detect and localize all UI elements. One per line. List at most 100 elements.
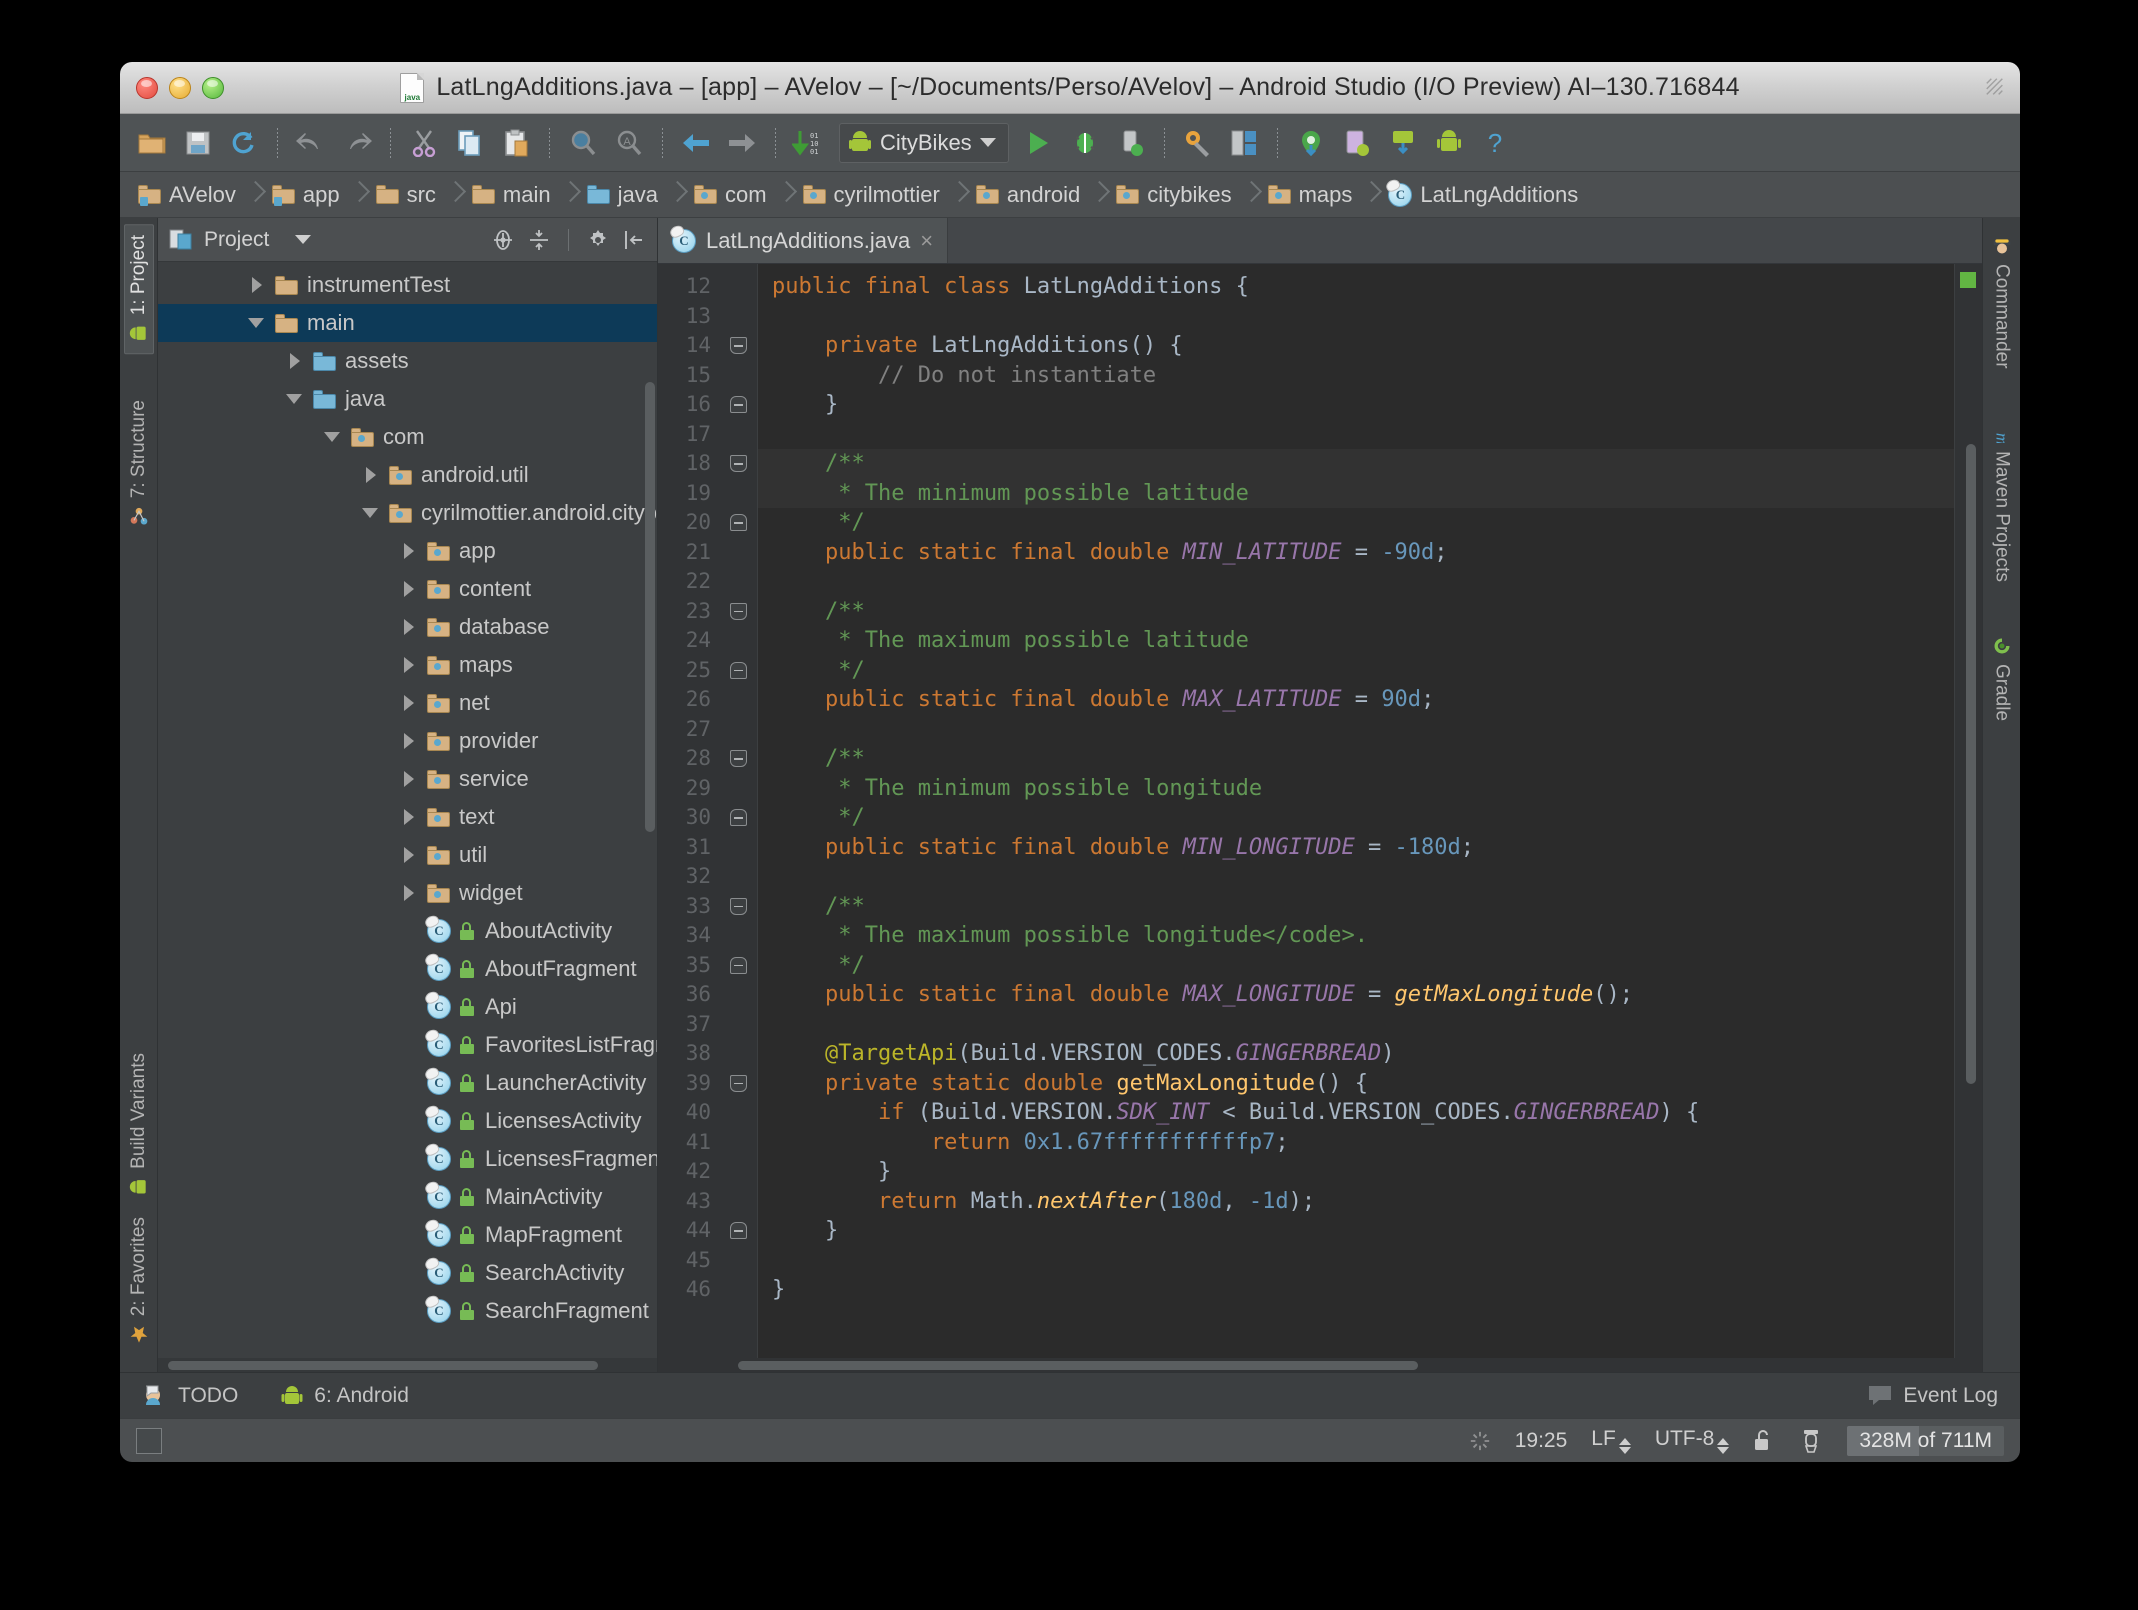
code-line[interactable]: * The minimum possible latitude (758, 478, 1954, 508)
tree-folder-item[interactable]: instrumentTest (158, 266, 657, 304)
left-tool-strip[interactable]: 1: Project 7: Structure Build Variants 2… (120, 218, 158, 1372)
tree-class-item[interactable]: C LauncherActivity (158, 1064, 657, 1102)
code-line[interactable]: private static double getMaxLongitude() … (758, 1069, 1954, 1099)
code-line[interactable]: // Do not instantiate (758, 361, 1954, 391)
avd-manager-icon[interactable] (1335, 121, 1379, 165)
collapse-all-icon[interactable] (526, 227, 552, 253)
chevron-right-icon[interactable] (400, 656, 418, 674)
sidebar-item-gradle[interactable]: Gradle (1988, 626, 2016, 731)
find-icon[interactable] (561, 121, 605, 165)
tree-folder-item[interactable]: net (158, 684, 657, 722)
code-line[interactable]: public static final double MAX_LATITUDE … (758, 685, 1954, 715)
fold-toggle-icon[interactable] (730, 750, 747, 767)
tree-folder-item[interactable]: maps (158, 646, 657, 684)
code-line[interactable]: /** (758, 597, 1954, 627)
fold-toggle-icon[interactable] (730, 337, 747, 354)
breadcrumb-item-com[interactable]: com (684, 172, 771, 217)
cut-icon[interactable] (402, 121, 446, 165)
tree-folder-item[interactable]: com (158, 418, 657, 456)
bottom-bar-right[interactable]: Event Log (1867, 1384, 2020, 1408)
code-line[interactable] (758, 302, 1954, 332)
bottom-tool-bar[interactable]: TODO 6: Android Event Log (120, 1372, 2020, 1418)
redo-icon[interactable] (335, 121, 379, 165)
code-line[interactable]: if (Build.VERSION.SDK_INT < Build.VERSIO… (758, 1098, 1954, 1128)
tree-class-item[interactable]: C SearchActivity (158, 1254, 657, 1292)
scroll-from-source-icon[interactable] (490, 227, 516, 253)
code-content[interactable]: public final class LatLngAdditions { pri… (758, 264, 1954, 1358)
code-line[interactable] (758, 1246, 1954, 1276)
tree-folder-item[interactable]: util (158, 836, 657, 874)
chevron-right-icon[interactable] (362, 466, 380, 484)
attach-debugger-icon[interactable] (1109, 121, 1153, 165)
right-tool-strip[interactable]: Commander m Maven Projects Gradle (1982, 218, 2020, 1372)
code-line[interactable]: } (758, 390, 1954, 420)
chevron-down-icon[interactable] (362, 504, 380, 522)
tree-class-item[interactable]: C LicensesActivity (158, 1102, 657, 1140)
code-folding-gutter[interactable] (720, 264, 758, 1358)
save-all-icon[interactable] (176, 121, 220, 165)
sidebar-item-structure[interactable]: 7: Structure (125, 390, 153, 536)
hide-panel-icon[interactable] (621, 227, 647, 253)
editor-vertical-scrollbar[interactable] (1966, 444, 1976, 1084)
bottom-item-todo[interactable]: TODO (142, 1383, 238, 1409)
breadcrumb-item-app[interactable]: app (262, 172, 344, 217)
line-separator-selector[interactable]: LF (1591, 1427, 1631, 1454)
chevron-right-icon[interactable] (400, 618, 418, 636)
code-line[interactable]: */ (758, 508, 1954, 538)
tree-class-item[interactable]: C SearchFragment (158, 1292, 657, 1330)
chevron-right-icon[interactable] (400, 732, 418, 750)
code-line[interactable]: /** (758, 744, 1954, 774)
fold-toggle-icon[interactable] (730, 602, 747, 620)
sdk-manager-icon[interactable] (1381, 121, 1425, 165)
code-line[interactable]: /** (758, 449, 1954, 479)
android-icon[interactable] (1427, 121, 1471, 165)
tree-folder-item[interactable]: service (158, 760, 657, 798)
tree-folder-item[interactable]: provider (158, 722, 657, 760)
chevron-right-icon[interactable] (286, 352, 304, 370)
tree-class-item[interactable]: C AboutFragment (158, 950, 657, 988)
fold-toggle-icon[interactable] (730, 396, 747, 413)
forward-icon[interactable] (720, 121, 764, 165)
sync-refresh-icon[interactable] (222, 121, 266, 165)
code-line[interactable]: public static final double MIN_LONGITUDE… (758, 833, 1954, 863)
fold-toggle-icon[interactable] (730, 897, 747, 915)
code-line[interactable]: * The maximum possible longitude</code>. (758, 921, 1954, 951)
chevron-right-icon[interactable] (400, 770, 418, 788)
chevron-down-icon[interactable] (979, 138, 996, 147)
tree-class-item[interactable]: C FavoritesListFragment (158, 1026, 657, 1064)
code-line[interactable]: * The maximum possible latitude (758, 626, 1954, 656)
breadcrumb-item-maps[interactable]: maps (1258, 172, 1357, 217)
code-line[interactable]: } (758, 1216, 1954, 1246)
code-line[interactable]: private LatLngAdditions() { (758, 331, 1954, 361)
sidebar-item-commander[interactable]: Commander (1988, 226, 2016, 379)
copy-icon[interactable] (448, 121, 492, 165)
breadcrumb-item-avelov[interactable]: AVelov (128, 172, 240, 217)
run-icon[interactable] (1017, 121, 1061, 165)
sdk-location-icon[interactable] (1289, 121, 1333, 165)
code-line[interactable] (758, 420, 1954, 450)
tree-folder-item[interactable]: main (158, 304, 657, 342)
code-line[interactable]: */ (758, 951, 1954, 981)
code-line[interactable]: public static final double MIN_LATITUDE … (758, 538, 1954, 568)
breadcrumb-item-cyrilmottier[interactable]: cyrilmottier (793, 172, 944, 217)
chevron-right-icon[interactable] (400, 542, 418, 560)
breadcrumb[interactable]: AVelov app src main java com cyrilmottier andro… (120, 172, 2020, 218)
code-line[interactable]: return 0x1.67fffffffffffp7; (758, 1128, 1954, 1158)
code-line[interactable]: public static final double MAX_LONGITUDE… (758, 980, 1954, 1010)
chevron-right-icon[interactable] (400, 580, 418, 598)
breadcrumb-item-citybikes[interactable]: citybikes (1106, 172, 1235, 217)
breadcrumb-item-latlngadditions[interactable]: C LatLngAdditions (1378, 172, 1582, 217)
project-tree[interactable]: instrumentTest main assets java com android.u… (158, 262, 657, 1358)
tree-vertical-scrollbar[interactable] (645, 382, 655, 832)
tree-class-item[interactable]: C LicensesFragment (158, 1140, 657, 1178)
run-configuration-selector[interactable]: CityBikes (839, 122, 1009, 163)
tree-folder-item[interactable]: database (158, 608, 657, 646)
encoding-selector[interactable]: UTF-8 (1655, 1427, 1730, 1454)
fold-toggle-icon[interactable] (730, 809, 747, 826)
code-line[interactable] (758, 862, 1954, 892)
editor-viewport[interactable]: 12 13 14 15 16 17 18 19 20 21 22 23 24 25 26 27 28 29 30 31… (658, 264, 1982, 1358)
tree-folder-item[interactable]: java (158, 380, 657, 418)
tree-folder-item[interactable]: android.util (158, 456, 657, 494)
main-toolbar[interactable]: A 01 10 01 CityBikes ? (120, 114, 2020, 172)
resize-corner-icon[interactable] (1984, 76, 2006, 98)
